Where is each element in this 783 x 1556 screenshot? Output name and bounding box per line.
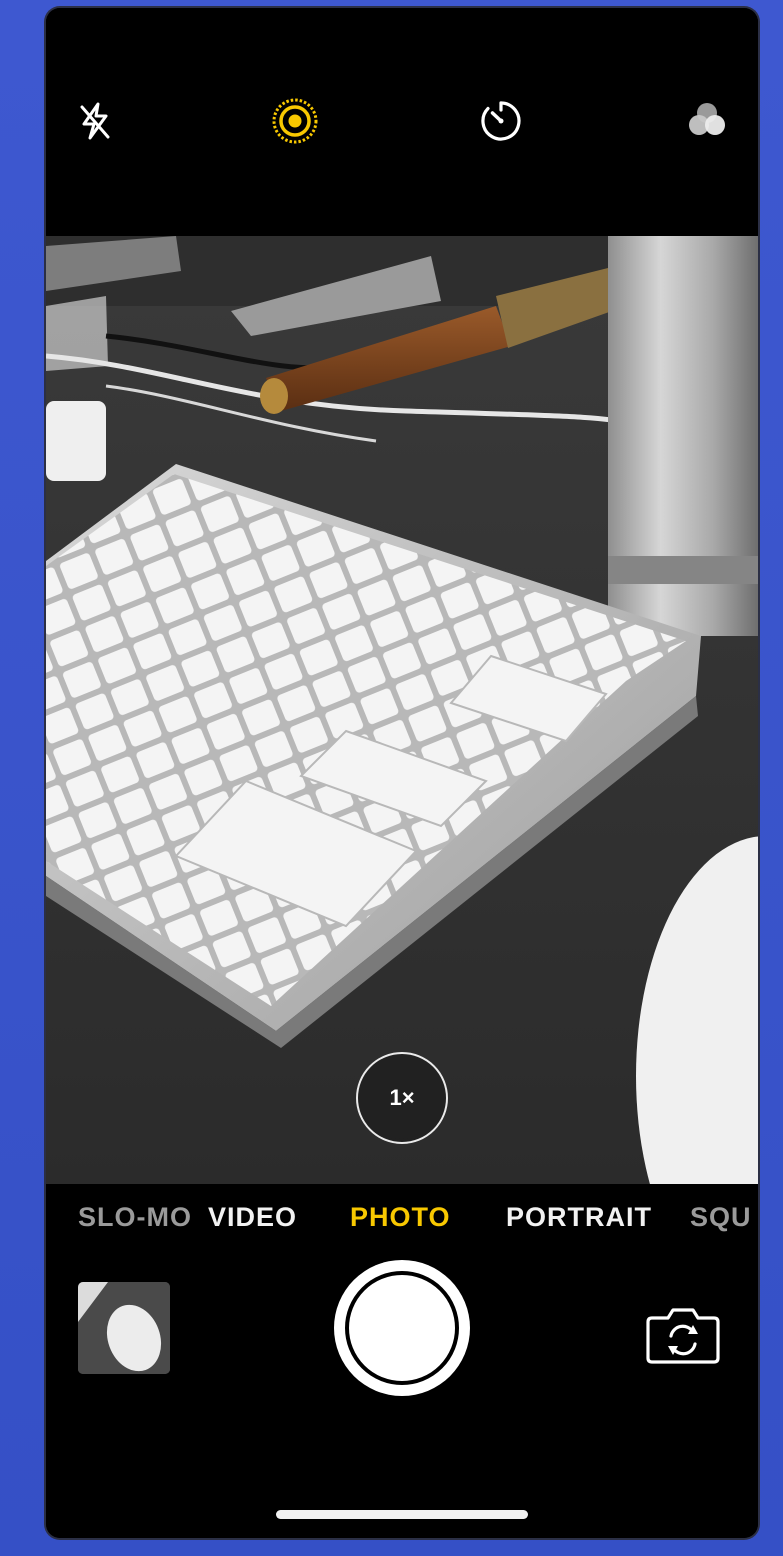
camera-preview-image [46, 236, 758, 1184]
mode-square[interactable]: SQU [690, 1202, 752, 1233]
shutter-inner-ring [345, 1271, 459, 1385]
viewfinder[interactable]: 1× [46, 236, 758, 1184]
timer-icon[interactable] [476, 96, 526, 146]
flash-off-icon[interactable] [70, 96, 120, 146]
filters-icon[interactable] [682, 96, 732, 146]
camera-top-bar [46, 8, 758, 236]
thumbnail-image [78, 1282, 170, 1374]
screenshot-frame: 1× SLO-MO VIDEO PHOTO PORTRAIT SQU [0, 0, 783, 1556]
mode-video[interactable]: VIDEO [208, 1202, 297, 1233]
phone-screen: 1× SLO-MO VIDEO PHOTO PORTRAIT SQU [46, 8, 758, 1538]
mode-slo-mo[interactable]: SLO-MO [78, 1202, 192, 1233]
zoom-button[interactable]: 1× [356, 1052, 448, 1144]
flip-camera-icon[interactable] [644, 1302, 722, 1366]
shutter-button[interactable] [334, 1260, 470, 1396]
live-photo-icon[interactable] [270, 96, 320, 146]
mode-photo[interactable]: PHOTO [350, 1202, 451, 1233]
mode-portrait[interactable]: PORTRAIT [506, 1202, 652, 1233]
zoom-label: 1× [389, 1085, 415, 1110]
camera-bottom-controls [46, 1260, 758, 1538]
home-indicator[interactable] [276, 1510, 528, 1519]
last-photo-thumbnail[interactable] [78, 1282, 170, 1374]
